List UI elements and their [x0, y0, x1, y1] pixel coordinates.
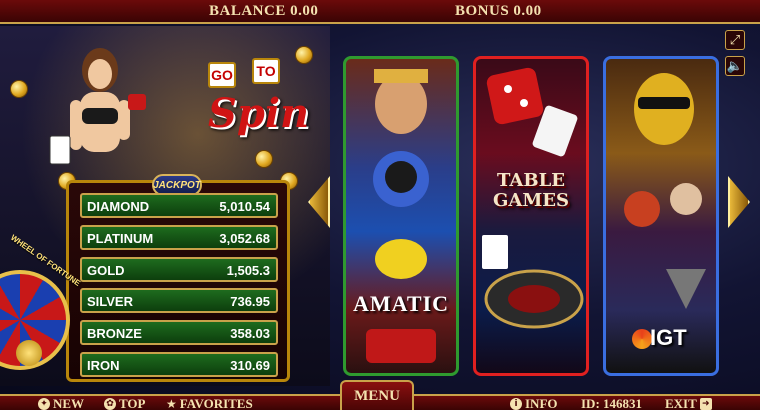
sound-button[interactable]: 🔈	[725, 56, 745, 76]
fullscreen-icon: ⤢	[729, 32, 741, 48]
jackpot-value: 1,505.3	[226, 263, 270, 278]
jackpot-row-bronze: BRONZE 358.03	[80, 320, 278, 345]
new-icon: ✦	[38, 398, 50, 410]
top-label: TOP	[119, 396, 146, 410]
table-games-artwork	[482, 67, 584, 329]
favorites-label: FAVORITES	[179, 396, 253, 410]
new-games-button[interactable]: ✦ NEW	[38, 396, 84, 410]
logo-tile-go: GO	[208, 62, 236, 88]
info-button[interactable]: i INFO	[510, 396, 558, 410]
exit-button[interactable]: EXIT ➜	[665, 396, 712, 410]
hostess-illustration	[49, 48, 146, 165]
provider-card-table-games[interactable]: TABLE GAMES	[473, 56, 589, 376]
provider-title: IGT	[650, 325, 687, 350]
fullscreen-button[interactable]: ⤢	[725, 30, 745, 50]
amatic-artwork	[366, 69, 436, 363]
jackpot-label: BRONZE	[87, 326, 142, 341]
provider-title: AMATIC	[352, 291, 450, 316]
top-bar: BALANCE 0.00 BONUS 0.00	[0, 0, 760, 24]
player-id-text: ID: 146831	[581, 396, 643, 410]
player-id: ID: 146831	[581, 396, 642, 410]
jackpot-label: SILVER	[87, 294, 133, 309]
jackpot-row-silver: SILVER 736.95	[80, 288, 278, 313]
bonus-display: BONUS 0.00	[455, 3, 542, 19]
gold-coin	[295, 46, 313, 64]
jackpot-value: 3,052.68	[219, 231, 270, 246]
menu-label: MENU	[354, 387, 400, 404]
wheel-hub	[16, 340, 42, 366]
jackpot-label: PLATINUM	[87, 231, 154, 246]
gold-coin	[255, 150, 273, 168]
provider-title: TABLE GAMES	[493, 170, 569, 211]
jackpot-label: DIAMOND	[87, 199, 150, 214]
logo-spin-text: Spin	[208, 90, 310, 137]
jackpot-value: 5,010.54	[219, 199, 270, 214]
favorites-button[interactable]: ★ FAVORITES	[166, 396, 253, 410]
balance-display: BALANCE 0.00	[209, 3, 319, 19]
jackpot-label: IRON	[87, 358, 120, 373]
exit-icon: ➜	[699, 398, 712, 410]
jackpot-row-diamond: DIAMOND 5,010.54	[80, 193, 278, 218]
next-arrow-button[interactable]	[728, 176, 750, 228]
jackpot-row-platinum: PLATINUM 3,052.68	[80, 225, 278, 250]
info-icon: i	[510, 398, 522, 410]
provider-card-amatic[interactable]: AMATIC	[343, 56, 459, 376]
jackpot-value: 358.03	[230, 326, 270, 341]
star-icon: ★	[166, 397, 177, 410]
menu-button[interactable]: MENU	[340, 380, 414, 410]
top-icon: ✿	[104, 398, 116, 410]
jackpot-value: 736.95	[230, 294, 270, 309]
new-label: NEW	[53, 396, 85, 410]
speaker-icon: 🔈	[726, 58, 744, 74]
jackpot-value: 310.69	[230, 358, 270, 373]
info-label: INFO	[525, 396, 558, 410]
exit-label: EXIT	[665, 396, 697, 410]
logo-tile-to: TO	[252, 58, 280, 84]
jackpot-label: GOLD	[87, 263, 125, 278]
provider-card-igt[interactable]: IGT	[603, 56, 719, 376]
jackpot-row-iron: IRON 310.69	[80, 352, 278, 377]
jackpot-row-gold: GOLD 1,505.3	[80, 257, 278, 282]
top-games-button[interactable]: ✿ TOP	[104, 396, 146, 410]
gold-coin	[10, 80, 28, 98]
